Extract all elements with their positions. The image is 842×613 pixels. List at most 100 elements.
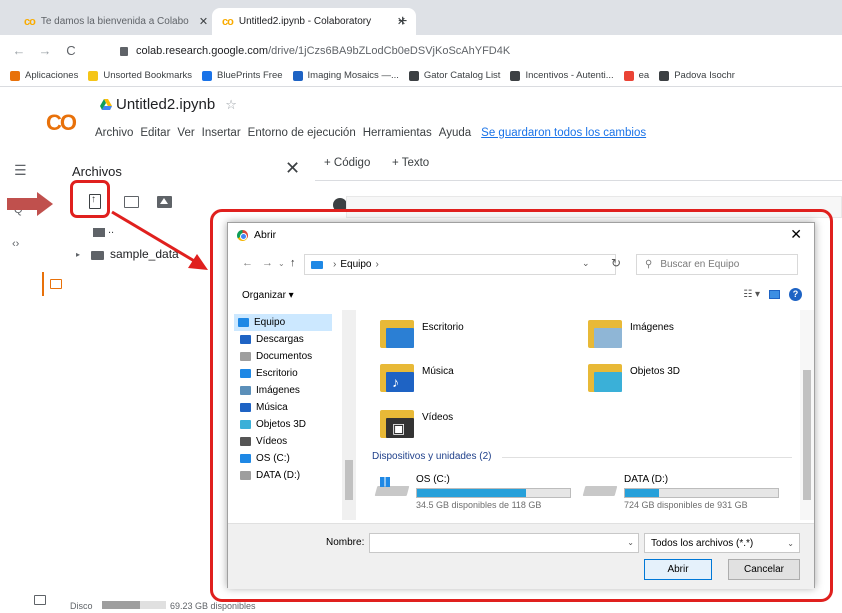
parent-folder-icon[interactable]: [93, 228, 105, 237]
navigation-pane: Equipo Descargas Documentos Escritorio Imáge…: [228, 310, 356, 520]
drive-item[interactable]: DATA (D:) 724 GB disponibles de 931 GB: [582, 474, 779, 510]
scroll-thumb[interactable]: [345, 460, 353, 500]
nav-item[interactable]: Objetos 3D: [240, 416, 306, 433]
devices-group-header[interactable]: Dispositivos y unidades (2): [372, 451, 791, 462]
add-text-button[interactable]: + Texto: [392, 157, 429, 169]
navigation-scrollbar[interactable]: [342, 310, 356, 520]
nav-item[interactable]: OS (C:): [240, 450, 290, 467]
refresh-folder-icon[interactable]: [124, 196, 139, 208]
nav-item[interactable]: Descargas: [240, 331, 304, 348]
sample-data-folder[interactable]: sample_data: [110, 247, 179, 261]
path-dropdown-icon[interactable]: ⌄: [582, 258, 590, 269]
nav-item[interactable]: DATA (D:): [240, 467, 300, 484]
recent-locations-icon[interactable]: ⌄: [278, 259, 285, 268]
menu-item[interactable]: Entorno de ejecución: [248, 127, 356, 139]
folder-label: Vídeos: [422, 412, 454, 423]
pictures-icon: [240, 386, 251, 395]
change-view-icon[interactable]: ☷ ▾: [743, 289, 760, 300]
path-equipo[interactable]: Equipo: [340, 259, 371, 270]
hard-drive-icon: [374, 474, 410, 500]
folder-item[interactable]: ♪ Música: [380, 362, 454, 392]
new-tab-icon[interactable]: +: [398, 13, 407, 31]
scroll-thumb[interactable]: [803, 370, 811, 500]
menu-item[interactable]: Ver: [177, 127, 194, 139]
menu-item[interactable]: Insertar: [202, 127, 241, 139]
tab-welcome[interactable]: co Te damos la bienvenida a Colabo ✕: [14, 8, 218, 35]
bookmark-item[interactable]: BluePrints Free: [202, 70, 283, 81]
menu-item[interactable]: Herramientas: [363, 127, 432, 139]
save-status-link[interactable]: Se guardaron todos los cambios: [481, 127, 646, 139]
bookmark-label: Gator Catalog List: [423, 70, 501, 81]
star-icon[interactable]: ☆: [225, 97, 237, 113]
colab-logo[interactable]: CO: [46, 110, 77, 136]
close-icon[interactable]: ✕: [790, 226, 802, 243]
bookmark-item[interactable]: Imaging Mosaics —...: [292, 70, 399, 81]
file-list-scrollbar[interactable]: [800, 310, 814, 520]
forward-icon[interactable]: →: [38, 43, 52, 58]
tab-title: Te damos la bienvenida a Colabo: [40, 16, 189, 27]
address-path[interactable]: › Equipo ›: [304, 254, 616, 275]
bookmark-item[interactable]: Unsorted Bookmarks: [88, 70, 192, 81]
open-button[interactable]: Abrir: [644, 559, 712, 580]
organize-menu[interactable]: Organizar ▾: [242, 290, 294, 301]
bookmark-item[interactable]: Incentivos - Autenti...: [510, 70, 614, 81]
forward-icon[interactable]: →: [262, 257, 273, 269]
help-icon[interactable]: ?: [789, 288, 802, 301]
table-of-contents-icon[interactable]: ☰: [14, 162, 27, 179]
files-icon[interactable]: [50, 279, 62, 289]
disk-label: Disco: [70, 601, 93, 611]
divider: [315, 180, 842, 181]
back-icon[interactable]: ←: [242, 257, 253, 269]
address-bar[interactable]: colab.research.google.com /drive/1jCzs6B…: [120, 40, 840, 61]
bookmark-item[interactable]: Aplicaciones: [10, 70, 78, 81]
bookmark-label: Unsorted Bookmarks: [103, 70, 193, 81]
colab-logo-text: CO: [46, 110, 77, 135]
parent-folder-label[interactable]: ..: [108, 224, 114, 236]
hard-drive-icon: [582, 474, 618, 500]
chevron-down-icon[interactable]: ⌄: [627, 538, 634, 547]
menu-item[interactable]: Editar: [140, 127, 170, 139]
nav-item[interactable]: Vídeos: [240, 433, 287, 450]
bookmarks-bar: Aplicaciones Unsorted Bookmarks BluePrints…: [0, 65, 842, 87]
drive-usage-fill: [417, 489, 526, 497]
nav-item[interactable]: Imágenes: [240, 382, 300, 399]
add-code-button[interactable]: + Código: [324, 157, 370, 169]
download-icon: [240, 335, 251, 344]
folder-item[interactable]: Objetos 3D: [588, 362, 680, 392]
annotation-arrow: [7, 192, 53, 216]
tab-close-icon[interactable]: ✕: [199, 15, 208, 28]
menu-item[interactable]: Ayuda: [439, 127, 471, 139]
nav-item[interactable]: Equipo: [234, 314, 332, 331]
code-snippets-icon[interactable]: ‹›: [12, 238, 19, 250]
close-files-panel-icon[interactable]: ✕: [285, 158, 300, 179]
bookmark-item[interactable]: Padova Isochr: [659, 70, 735, 81]
menu-item[interactable]: Archivo: [95, 127, 133, 139]
mount-drive-icon[interactable]: [157, 196, 172, 208]
nav-item[interactable]: Documentos: [240, 348, 312, 365]
folder-item[interactable]: Escritorio: [380, 318, 464, 348]
back-icon[interactable]: ←: [12, 43, 26, 58]
tab-untitled2[interactable]: co Untitled2.ipynb - Colaboratory ✕: [212, 8, 417, 35]
folder-item[interactable]: ▣ Vídeos: [380, 408, 453, 438]
bookmark-item[interactable]: ea: [623, 70, 649, 81]
terminal-icon[interactable]: [34, 595, 46, 605]
refresh-icon[interactable]: ↻: [611, 256, 621, 270]
nav-item[interactable]: Música: [240, 399, 288, 416]
nav-item[interactable]: Escritorio: [240, 365, 298, 382]
up-icon[interactable]: ↑: [290, 257, 296, 269]
bookmark-label: Imaging Mosaics —...: [307, 70, 399, 81]
notebook-title-text[interactable]: Untitled2.ipynb: [116, 96, 215, 113]
cancel-button[interactable]: Cancelar: [728, 559, 800, 580]
tab-title: Untitled2.ipynb - Colaboratory: [238, 16, 372, 27]
filename-input[interactable]: ⌄: [369, 533, 639, 553]
expand-caret-icon[interactable]: ▸: [76, 250, 80, 259]
bookmark-item[interactable]: Gator Catalog List: [408, 70, 501, 81]
reload-icon[interactable]: C: [64, 43, 78, 58]
search-box[interactable]: ⚲ Buscar en Equipo: [636, 254, 798, 275]
preview-pane-icon[interactable]: [769, 290, 780, 299]
folder-item[interactable]: Imágenes: [588, 318, 674, 348]
file-type-select[interactable]: Todos los archivos (*.*) ⌄: [644, 533, 800, 553]
chevron-down-icon: ⌄: [787, 539, 794, 548]
drive-item[interactable]: OS (C:) 34.5 GB disponibles de 118 GB: [374, 474, 571, 510]
dialog-title: Abrir: [254, 229, 277, 241]
